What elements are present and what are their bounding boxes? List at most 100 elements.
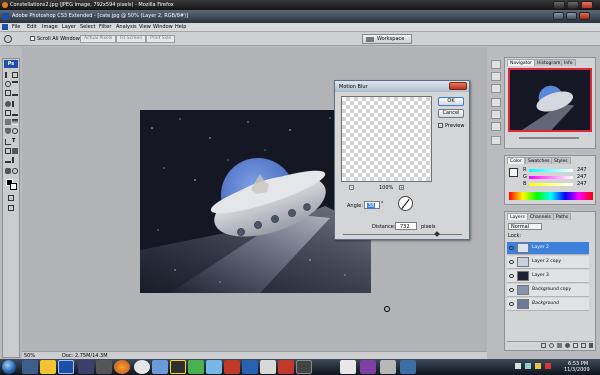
tray-shield-icon[interactable] bbox=[535, 363, 541, 369]
dialog-close-button[interactable] bbox=[449, 82, 467, 90]
eraser-tool-icon[interactable] bbox=[5, 119, 11, 125]
magic-wand-tool-icon[interactable] bbox=[12, 81, 18, 87]
dock-icon-2[interactable] bbox=[491, 72, 501, 81]
tab-paths[interactable]: Paths bbox=[553, 213, 572, 220]
layer-row-background[interactable]: Background bbox=[507, 298, 589, 311]
zoom-tool-icon[interactable] bbox=[12, 168, 18, 174]
angle-input[interactable]: 38 bbox=[364, 201, 380, 209]
menu-window[interactable]: Window bbox=[153, 24, 173, 30]
history-brush-tool-icon[interactable] bbox=[12, 110, 18, 116]
taskbar-app4-icon[interactable] bbox=[260, 360, 276, 374]
taskbar-media-icon[interactable] bbox=[134, 360, 150, 374]
taskbar-app2-icon[interactable] bbox=[188, 360, 204, 374]
notes-tool-icon[interactable] bbox=[5, 157, 11, 163]
taskbar-folder-icon[interactable] bbox=[40, 360, 56, 374]
menu-layer[interactable]: Layer bbox=[62, 24, 76, 30]
navigator-zoom-slider[interactable] bbox=[519, 137, 579, 139]
link-layers-icon[interactable] bbox=[541, 343, 546, 348]
layer-visibility-eye-icon[interactable] bbox=[509, 302, 514, 306]
marquee-tool-icon[interactable] bbox=[12, 72, 18, 78]
distance-input[interactable]: 732 bbox=[395, 222, 417, 230]
gradient-tool-icon[interactable] bbox=[12, 119, 18, 125]
taskbar-app5-icon[interactable] bbox=[296, 360, 312, 374]
dialog-title-bar[interactable]: Motion Blur bbox=[335, 81, 469, 92]
actual-pixels-button[interactable]: Actual Pixels bbox=[80, 35, 117, 43]
tab-histogram[interactable]: Histogram bbox=[534, 59, 564, 66]
angle-dial[interactable] bbox=[398, 196, 413, 211]
layer-row-layer-2-copy[interactable]: Layer 2 copy bbox=[507, 256, 589, 269]
taskbar-app9-icon[interactable] bbox=[400, 360, 416, 374]
adjustment-layer-icon[interactable] bbox=[565, 343, 570, 348]
layer-visibility-eye-icon[interactable] bbox=[509, 288, 514, 292]
taskbar-explorer-icon[interactable] bbox=[22, 360, 38, 374]
ps-minimize-button[interactable] bbox=[553, 12, 564, 20]
fit-screen-button[interactable]: Fit Screen bbox=[116, 35, 147, 43]
new-group-icon[interactable] bbox=[573, 343, 578, 348]
taskbar-leaf-icon[interactable] bbox=[278, 360, 294, 374]
eyedropper-tool-icon[interactable] bbox=[12, 90, 18, 96]
new-layer-icon[interactable] bbox=[581, 343, 586, 348]
browser-minimize-button[interactable] bbox=[553, 1, 565, 9]
taskbar-game-icon[interactable] bbox=[170, 360, 186, 374]
blend-mode-select[interactable]: Normal bbox=[508, 223, 542, 230]
ps-close-button[interactable] bbox=[579, 12, 590, 20]
dock-icon-3[interactable] bbox=[491, 84, 501, 93]
path-selection-tool-icon[interactable] bbox=[5, 148, 11, 154]
color-foreground-swatch[interactable] bbox=[509, 168, 518, 177]
dock-icon-1[interactable] bbox=[491, 60, 501, 69]
tray-volume-icon[interactable] bbox=[525, 363, 531, 369]
zoom-out-button[interactable]: − bbox=[349, 185, 354, 190]
dock-icon-5[interactable] bbox=[491, 110, 501, 119]
menu-file[interactable]: File bbox=[12, 24, 20, 30]
layer-visibility-eye-icon[interactable] bbox=[509, 274, 514, 278]
channel-g-slider[interactable] bbox=[529, 176, 573, 179]
tab-color[interactable]: Color bbox=[507, 157, 525, 164]
tray-app-icon[interactable] bbox=[545, 363, 551, 369]
healing-brush-tool-icon[interactable] bbox=[5, 101, 11, 107]
preview-checkbox[interactable]: ✓ bbox=[438, 123, 443, 128]
hand-tool-icon-2[interactable] bbox=[5, 168, 11, 174]
menu-analysis[interactable]: Analysis bbox=[116, 24, 137, 30]
taskbar-firefox-icon[interactable] bbox=[114, 360, 130, 374]
tab-layers[interactable]: Layers bbox=[507, 213, 528, 220]
tab-navigator[interactable]: Navigator bbox=[507, 59, 536, 66]
print-size-button[interactable]: Print Size bbox=[146, 35, 176, 43]
shape-tool-icon[interactable] bbox=[12, 148, 18, 154]
channel-b-slider[interactable] bbox=[529, 183, 573, 186]
taskbar-after-effects-icon[interactable] bbox=[78, 360, 94, 374]
ok-button[interactable]: OK bbox=[438, 97, 464, 106]
menu-select[interactable]: Select bbox=[80, 24, 95, 30]
dock-icon-4[interactable] bbox=[491, 98, 501, 107]
channel-r-slider[interactable] bbox=[529, 169, 573, 172]
pen-tool-icon[interactable] bbox=[5, 139, 11, 145]
tab-channels[interactable]: Channels bbox=[527, 213, 554, 220]
taskbar-shield-icon[interactable] bbox=[242, 360, 258, 374]
color-spectrum-bar[interactable] bbox=[509, 192, 593, 200]
navigator-thumbnail[interactable] bbox=[508, 68, 592, 132]
clone-stamp-tool-icon[interactable] bbox=[5, 110, 11, 116]
move-tool-icon[interactable] bbox=[5, 72, 11, 78]
dodge-tool-icon[interactable] bbox=[12, 128, 18, 134]
taskbar-app-icon[interactable] bbox=[96, 360, 112, 374]
quick-mask-icon[interactable] bbox=[8, 195, 14, 201]
background-color-swatch[interactable] bbox=[10, 183, 17, 190]
workspace-button[interactable]: Workspace bbox=[362, 34, 412, 44]
brush-tool-icon[interactable] bbox=[12, 101, 18, 107]
menu-image[interactable]: Image bbox=[42, 24, 58, 30]
taskbar-network-icon[interactable] bbox=[152, 360, 168, 374]
taskbar-photoshop-icon[interactable] bbox=[58, 360, 74, 374]
dock-icon-7[interactable] bbox=[491, 136, 501, 145]
eyedropper2-tool-icon[interactable] bbox=[12, 157, 18, 163]
tab-styles[interactable]: Styles bbox=[551, 157, 571, 164]
layer-visibility-eye-icon[interactable] bbox=[509, 246, 514, 250]
ps-restore-button[interactable] bbox=[566, 12, 577, 20]
menu-edit[interactable]: Edit bbox=[27, 24, 37, 30]
ps-menu-icon[interactable] bbox=[2, 24, 8, 30]
layer-row-background-copy[interactable]: Background copy bbox=[507, 284, 589, 297]
menu-view[interactable]: View bbox=[139, 24, 151, 30]
taskbar-clock[interactable]: 6:53 PM 11/3/2009 bbox=[560, 360, 598, 374]
type-tool-icon[interactable]: T bbox=[12, 138, 18, 144]
delete-layer-icon[interactable] bbox=[589, 343, 593, 348]
tray-network-icon[interactable] bbox=[515, 363, 521, 369]
layer-visibility-eye-icon[interactable] bbox=[509, 260, 514, 264]
